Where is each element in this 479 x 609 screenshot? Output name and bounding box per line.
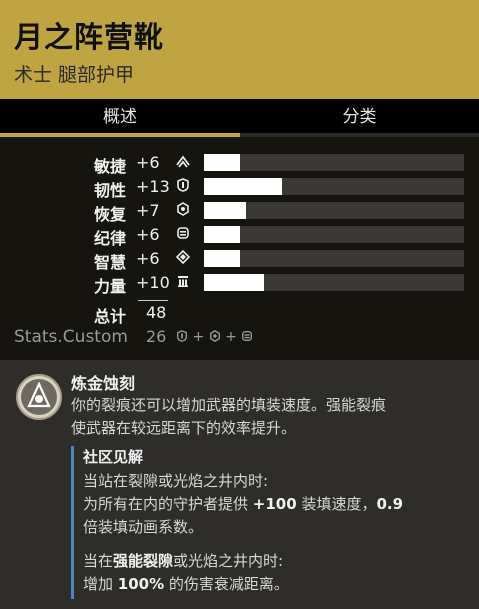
insight-line: 当在强能裂隙或光焰之井内时: (83, 550, 283, 571)
stat-bar (204, 274, 464, 291)
perk-panel: 炼金蚀刻 你的裂痕还可以增加武器的填装速度。强能裂痕 使武器在较远距离下的效率提… (0, 360, 479, 609)
stat-value: +10 (136, 273, 170, 292)
discipline-icon (242, 331, 253, 341)
stat-value: +7 (136, 201, 160, 220)
custom-stats-icons: + + (176, 329, 253, 345)
stat-bar-fill (204, 154, 241, 171)
item-title: 月之阵营靴 (14, 20, 165, 54)
plus-sign: + (192, 329, 205, 345)
item-subtitle: 术士 腿部护甲 (14, 64, 135, 86)
intellect-icon (176, 250, 190, 264)
tab-overview[interactable]: 概述 (0, 99, 240, 136)
stat-value: +6 (136, 249, 160, 268)
custom-stats-label: Stats.Custom (14, 327, 128, 347)
insight-line: 为所有在内的守护者提供 +100 装填速度，0.9 (83, 493, 403, 514)
stat-label: 力量 (93, 277, 126, 296)
stat-value: +13 (136, 177, 170, 196)
insight-text: 当在 (83, 552, 114, 570)
perk-emblem (21, 379, 57, 415)
insight-title: 社区见解 (83, 448, 144, 466)
recovery-icon (209, 330, 220, 342)
stat-label: 纪律 (93, 229, 126, 248)
tab-category[interactable]: 分类 (240, 99, 479, 136)
resilience-icon (177, 178, 189, 192)
insight-text: 增加 (83, 575, 118, 593)
stat-bar-fill (204, 274, 264, 291)
insight-text: 的伤害衰减距离。 (164, 575, 289, 593)
insight-line: 增加 100% 的伤害衰减距离。 (83, 573, 289, 594)
perk-title: 炼金蚀刻 (71, 374, 136, 393)
resilience-icon (177, 330, 187, 342)
tab-bar: 概述 分类 (0, 99, 479, 136)
stat-row-strength: 力量 +10 (0, 273, 479, 297)
insight-bold: +100 (252, 495, 297, 513)
perk-desc-line: 你的裂痕还可以增加武器的填装速度。强能裂痕 (71, 396, 387, 414)
stat-label: 敏捷 (93, 157, 126, 176)
stat-row-discipline: 纪律 +6 (0, 225, 479, 249)
total-label: 总计 (93, 307, 126, 326)
stat-bar (204, 154, 464, 171)
item-inspect-panel: 月之阵营靴 术士 腿部护甲 概述 分类 敏捷 +6 韧性 +13 恢复 +7 纪… (0, 0, 479, 609)
discipline-icon (177, 227, 189, 239)
stat-bar (204, 202, 464, 219)
insight-bold: 0.9 (376, 495, 404, 513)
total-divider (138, 300, 168, 301)
stat-bar-fill (204, 226, 241, 243)
stat-row-mobility: 敏捷 +6 (0, 153, 479, 177)
perk-description: 你的裂痕还可以增加武器的填装速度。强能裂痕 使武器在较远距离下的效率提升。 (71, 394, 466, 440)
alchemical-etchings-icon (16, 374, 62, 420)
stat-bar-fill (204, 202, 246, 219)
custom-stats-value: 26 (146, 327, 167, 346)
stat-row-resilience: 韧性 +13 (0, 177, 479, 201)
insight-accent-bar (71, 446, 74, 599)
insight-bold: 强能裂隙 (113, 552, 174, 570)
mobility-icon (176, 155, 190, 168)
insight-line: 当站在裂隙或光焰之井内时: (83, 472, 269, 490)
stat-row-intellect: 智慧 +6 (0, 249, 479, 273)
strength-icon (178, 276, 188, 287)
plus-sign: + (225, 329, 237, 345)
stat-row-recovery: 恢复 +7 (0, 201, 479, 225)
stat-bar (204, 226, 464, 243)
stat-value: +6 (136, 153, 160, 172)
perk-desc-line: 使武器在较远距离下的效率提升。 (71, 419, 297, 437)
stat-label: 智慧 (93, 253, 126, 272)
stat-bar-fill (204, 178, 282, 195)
insight-bold: 100% (117, 575, 165, 593)
item-header: 月之阵营靴 术士 腿部护甲 (0, 0, 479, 99)
insight-text: 或光焰之井内时: (173, 552, 284, 570)
stat-label: 韧性 (93, 181, 126, 200)
stat-label: 恢复 (93, 205, 126, 224)
stat-bar (204, 178, 464, 195)
total-value: 48 (146, 303, 167, 322)
stat-bar (204, 250, 464, 267)
stat-value: +6 (136, 225, 160, 244)
community-insight: 社区见解 当站在裂隙或光焰之井内时: 为所有在内的守护者提供 +100 装填速度… (71, 446, 468, 599)
insight-line: 倍装填动画系数。 (83, 518, 204, 536)
insight-text: 为所有在内的守护者提供 (83, 495, 253, 513)
recovery-icon (177, 202, 189, 216)
stat-bar-fill (204, 250, 241, 267)
insight-text: 装填速度， (296, 495, 377, 513)
